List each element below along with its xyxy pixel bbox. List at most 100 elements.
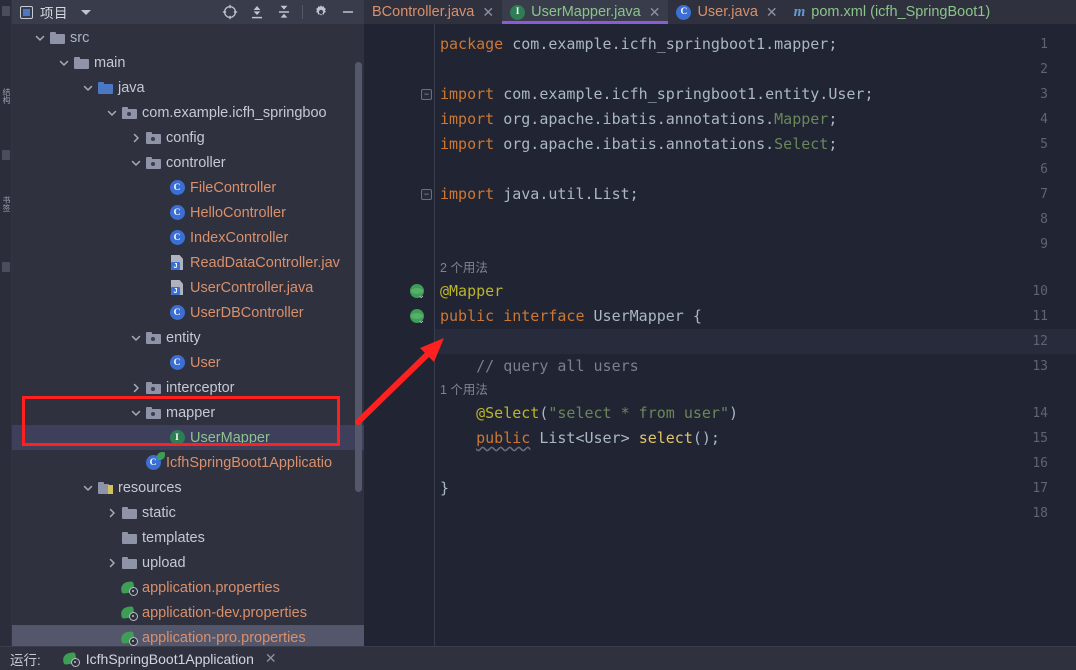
line-number: 16 (1032, 456, 1048, 471)
tree-node-static[interactable]: static (12, 500, 364, 525)
chevron-down-icon[interactable] (80, 75, 96, 100)
tree-node-usercontroller-java[interactable]: J UserController.java (12, 275, 364, 300)
tree-node-entity[interactable]: entity (12, 325, 364, 350)
spring-properties-icon (120, 580, 138, 596)
tree-node-hellocontroller[interactable]: C HelloController (12, 200, 364, 225)
spring-properties-icon (120, 630, 138, 646)
tree-node-templates[interactable]: templates (12, 525, 364, 550)
chevron-right-icon[interactable] (104, 550, 120, 575)
code-line[interactable]: import org.apache.ibatis.annotations.Sel… (440, 132, 837, 157)
tree-node-controller[interactable]: controller (12, 150, 364, 175)
code-token: User (584, 429, 621, 447)
run-configuration[interactable]: IcfhSpringBoot1Application ✕ (62, 650, 277, 667)
tree-node-mapper[interactable]: mapper (12, 400, 364, 425)
toolstrip-tab-structure[interactable]: 结构 (0, 88, 12, 136)
package-icon (145, 406, 161, 419)
code-line[interactable]: package com.example.icfh_springboot1.map… (440, 32, 837, 57)
fold-marker[interactable]: − (421, 189, 432, 200)
code-token: (); (692, 429, 720, 447)
folder-icon (121, 556, 137, 569)
chevron-down-icon[interactable] (128, 400, 144, 425)
toolstrip-chip-low[interactable] (2, 262, 10, 272)
tree-node-readdatacontroller-jav[interactable]: J ReadDataController.jav (12, 250, 364, 275)
chevron-down-icon[interactable] (104, 100, 120, 125)
code-token: com.example.icfh_springboot1.mapper; (512, 35, 838, 53)
code-line[interactable]: // query all users (440, 354, 639, 379)
toolbar-separator (302, 5, 303, 19)
code-line[interactable]: import java.util.List; (440, 182, 639, 207)
fold-marker[interactable]: − (421, 89, 432, 100)
code-line[interactable]: } (440, 476, 449, 501)
chevron-right-icon[interactable] (128, 375, 144, 400)
chevron-down-icon[interactable] (32, 25, 48, 50)
chevron-right-icon[interactable] (128, 125, 144, 150)
gear-icon[interactable] (309, 1, 333, 23)
code-line[interactable]: import com.example.icfh_springboot1.enti… (440, 82, 873, 107)
chevron-down-icon[interactable] (80, 475, 96, 500)
project-panel-scrollbar[interactable] (355, 62, 362, 492)
code-line[interactable]: @Select("select * from user") (440, 401, 738, 426)
tree-node-java[interactable]: java (12, 75, 364, 100)
code-line[interactable]: import org.apache.ibatis.annotations.Map… (440, 107, 837, 132)
tree-node-src[interactable]: src (12, 25, 364, 50)
mybatis-mapper-icon[interactable]: ⌄ (410, 309, 425, 325)
tree-node-config[interactable]: config (12, 125, 364, 150)
editor-tab-pom-xml-icfh-springboot1[interactable]: m pom.xml (icfh_SpringBoot1) (786, 0, 999, 24)
project-tree[interactable]: src main java com.example.icfh_springboocon… (12, 24, 364, 646)
code-token: ; (828, 110, 838, 128)
tree-node-icfhspringboot1applicatio[interactable]: C IcfhSpringBoot1Applicatio (12, 450, 364, 475)
tree-node-filecontroller[interactable]: C FileController (12, 175, 364, 200)
mybatis-mapper-statement-icon[interactable]: ⌄ (410, 284, 425, 300)
editor-tab-usermapper-java[interactable]: I UserMapper.java ✕ (502, 0, 669, 24)
editor-tab-bcontroller-java[interactable]: BController.java ✕ (364, 0, 502, 24)
tree-node-application-properties[interactable]: application.properties (12, 575, 364, 600)
code-line[interactable]: public List<User> select(); (440, 426, 720, 451)
code-token: List (539, 429, 576, 447)
tree-node-label: application-pro.properties (142, 629, 306, 646)
tree-node-indexcontroller[interactable]: C IndexController (12, 225, 364, 250)
code-vision-usages-hint[interactable]: 1 个用法 (440, 379, 488, 401)
tree-node-com-example-icfh-springboo[interactable]: com.example.icfh_springboo (12, 100, 364, 125)
close-icon[interactable]: ✕ (482, 4, 494, 21)
line-number: 14 (1032, 406, 1048, 421)
locate-icon[interactable] (218, 1, 242, 23)
tree-node-resources[interactable]: resources (12, 475, 364, 500)
chevron-down-icon[interactable] (56, 50, 72, 75)
project-panel-header: 项目 (12, 0, 364, 24)
line-number: 12 (1032, 334, 1048, 349)
minimize-icon[interactable] (336, 1, 360, 23)
code-line[interactable]: @Mapper (440, 279, 503, 304)
toolstrip-chip-top[interactable] (2, 6, 10, 16)
package-icon (145, 156, 161, 169)
editor-tab-user-java[interactable]: C User.java ✕ (668, 0, 785, 24)
tree-node-user[interactable]: C User (12, 350, 364, 375)
tree-node-usermapper[interactable]: I UserMapper (12, 425, 364, 450)
close-icon[interactable]: ✕ (766, 4, 778, 21)
tree-node-main[interactable]: main (12, 50, 364, 75)
tree-node-label: com.example.icfh_springboo (142, 104, 327, 121)
editor-tab-label: User.java (697, 4, 758, 20)
code-vision-usages-hint[interactable]: 2 个用法 (440, 257, 488, 279)
expand-all-icon[interactable] (245, 1, 269, 23)
collapse-all-icon[interactable] (272, 1, 296, 23)
toolstrip-tab-bookmarks[interactable]: 书签 (0, 196, 12, 244)
tree-node-label: IndexController (190, 229, 289, 246)
tree-node-upload[interactable]: upload (12, 550, 364, 575)
tree-node-application-dev-properties[interactable]: application-dev.properties (12, 600, 364, 625)
tree-node-application-pro-properties[interactable]: application-pro.properties (12, 625, 364, 646)
code-editor[interactable]: 2 个用法 1 个用法 1 package com.example.icfh_spri… (364, 24, 1076, 646)
editor-tab-bar[interactable]: BController.java ✕ I UserMapper.java ✕ C User.… (364, 0, 1076, 24)
chevron-right-icon[interactable] (104, 500, 120, 525)
close-icon[interactable]: ✕ (649, 4, 661, 21)
toolstrip-chip-mid[interactable] (2, 150, 10, 160)
editor-gutter[interactable] (364, 24, 430, 646)
tree-node-userdbcontroller[interactable]: C UserDBController (12, 300, 364, 325)
chevron-down-icon[interactable] (81, 9, 91, 15)
tree-node-interceptor[interactable]: interceptor (12, 375, 364, 400)
code-line[interactable]: public interface UserMapper { (440, 304, 702, 329)
chevron-down-icon[interactable] (128, 325, 144, 350)
chevron-down-icon[interactable] (128, 150, 144, 175)
close-icon[interactable]: ✕ (265, 650, 277, 667)
